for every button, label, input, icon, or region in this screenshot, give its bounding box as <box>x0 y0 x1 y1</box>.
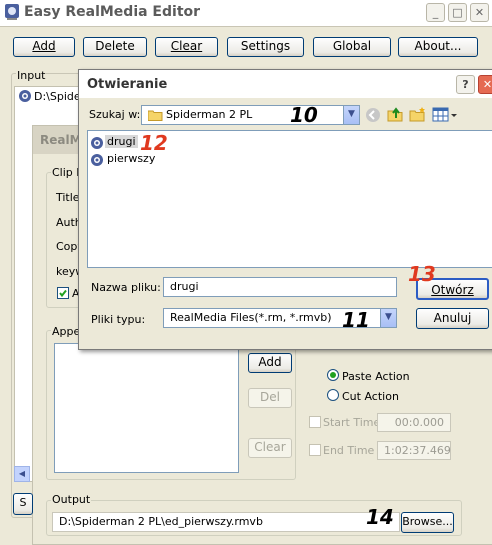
settings-button[interactable]: Settings <box>227 37 304 57</box>
minimize-button[interactable]: _ <box>426 3 445 22</box>
back-icon[interactable] <box>365 107 381 123</box>
bottom-left-button[interactable]: S <box>13 493 33 515</box>
scroll-left-button[interactable]: ◀ <box>14 466 30 482</box>
append-add-button[interactable]: Add <box>248 353 292 373</box>
look-in-combo[interactable]: Spiderman 2 PL ▼ <box>141 105 360 125</box>
input-label: Input <box>16 69 47 82</box>
dialog-title-bar[interactable]: Otwieranie ? ✕ <box>79 70 492 98</box>
clip-info-checkbox[interactable] <box>57 287 69 299</box>
cut-action-label: Cut Action <box>342 390 399 403</box>
annotation-13: 13 <box>408 262 436 286</box>
filename-label: Nazwa pliku: <box>91 281 161 294</box>
file-name: drugi <box>105 135 138 148</box>
check-icon <box>59 289 67 298</box>
chevron-down-icon[interactable]: ▼ <box>343 106 359 124</box>
global-button[interactable]: Global <box>313 37 391 57</box>
paste-action-label: Paste Action <box>342 370 410 383</box>
start-time-label: Start Time <box>323 416 381 429</box>
maximize-button[interactable]: □ <box>448 3 467 22</box>
end-time-label: End Time <box>323 444 375 457</box>
delete-button[interactable]: Delete <box>83 37 147 57</box>
browse-button[interactable]: Browse... <box>401 512 454 533</box>
cut-action-radio[interactable] <box>327 389 339 401</box>
annotation-11: 11 <box>342 308 370 332</box>
close-button[interactable]: ✕ <box>470 3 489 22</box>
dialog-close-button[interactable]: ✕ <box>478 75 492 94</box>
filetype-label: Pliki typu: <box>91 313 146 326</box>
append-del-button[interactable]: Del <box>248 388 292 408</box>
append-clear-button[interactable]: Clear <box>248 438 292 458</box>
annotation-14: 14 <box>366 505 394 529</box>
add-button[interactable]: Add <box>13 37 75 57</box>
append-list[interactable] <box>54 343 239 473</box>
view-menu-icon[interactable] <box>432 106 458 123</box>
new-folder-icon[interactable] <box>409 106 426 123</box>
paste-action-radio[interactable] <box>327 369 339 381</box>
annotation-12: 12 <box>140 131 168 155</box>
look-in-value: Spiderman 2 PL <box>166 108 253 121</box>
filetype-value: RealMedia Files(*.rm, *.rmvb) <box>170 311 332 324</box>
end-time-field[interactable]: 1:02:37.469 <box>377 441 451 460</box>
start-time-field[interactable]: 00:0.000 <box>377 413 451 432</box>
realmedia-file-icon <box>91 137 103 149</box>
annotation-10: 10 <box>290 103 318 127</box>
folder-icon <box>148 110 163 121</box>
app-icon <box>5 4 19 20</box>
about-button[interactable]: About... <box>398 37 478 57</box>
append-label: Appe <box>51 325 82 338</box>
window-title: Easy RealMedia Editor <box>24 4 201 20</box>
help-button[interactable]: ? <box>456 75 475 94</box>
output-label: Output <box>51 493 92 506</box>
look-in-label: Szukaj w: <box>89 108 141 121</box>
realmedia-file-icon <box>19 90 31 102</box>
start-time-checkbox[interactable] <box>309 416 321 428</box>
dialog-title: Otwieranie <box>87 77 168 92</box>
clear-button[interactable]: Clear <box>155 37 218 57</box>
chevron-down-icon[interactable]: ▼ <box>380 309 396 327</box>
realmedia-file-icon <box>91 154 103 166</box>
cancel-button[interactable]: Anuluj <box>416 308 489 329</box>
filename-input[interactable]: drugi <box>163 277 397 297</box>
end-time-checkbox[interactable] <box>309 444 321 456</box>
main-title-bar[interactable]: Easy RealMedia Editor _ □ ✕ <box>0 0 492 27</box>
output-path-field[interactable]: D:\Spiderman 2 PL\ed_pierwszy.rmvb <box>52 512 400 532</box>
up-folder-icon[interactable] <box>387 106 404 123</box>
open-dialog: Otwieranie ? ✕ Szukaj w: Spiderman 2 PL … <box>78 69 492 350</box>
